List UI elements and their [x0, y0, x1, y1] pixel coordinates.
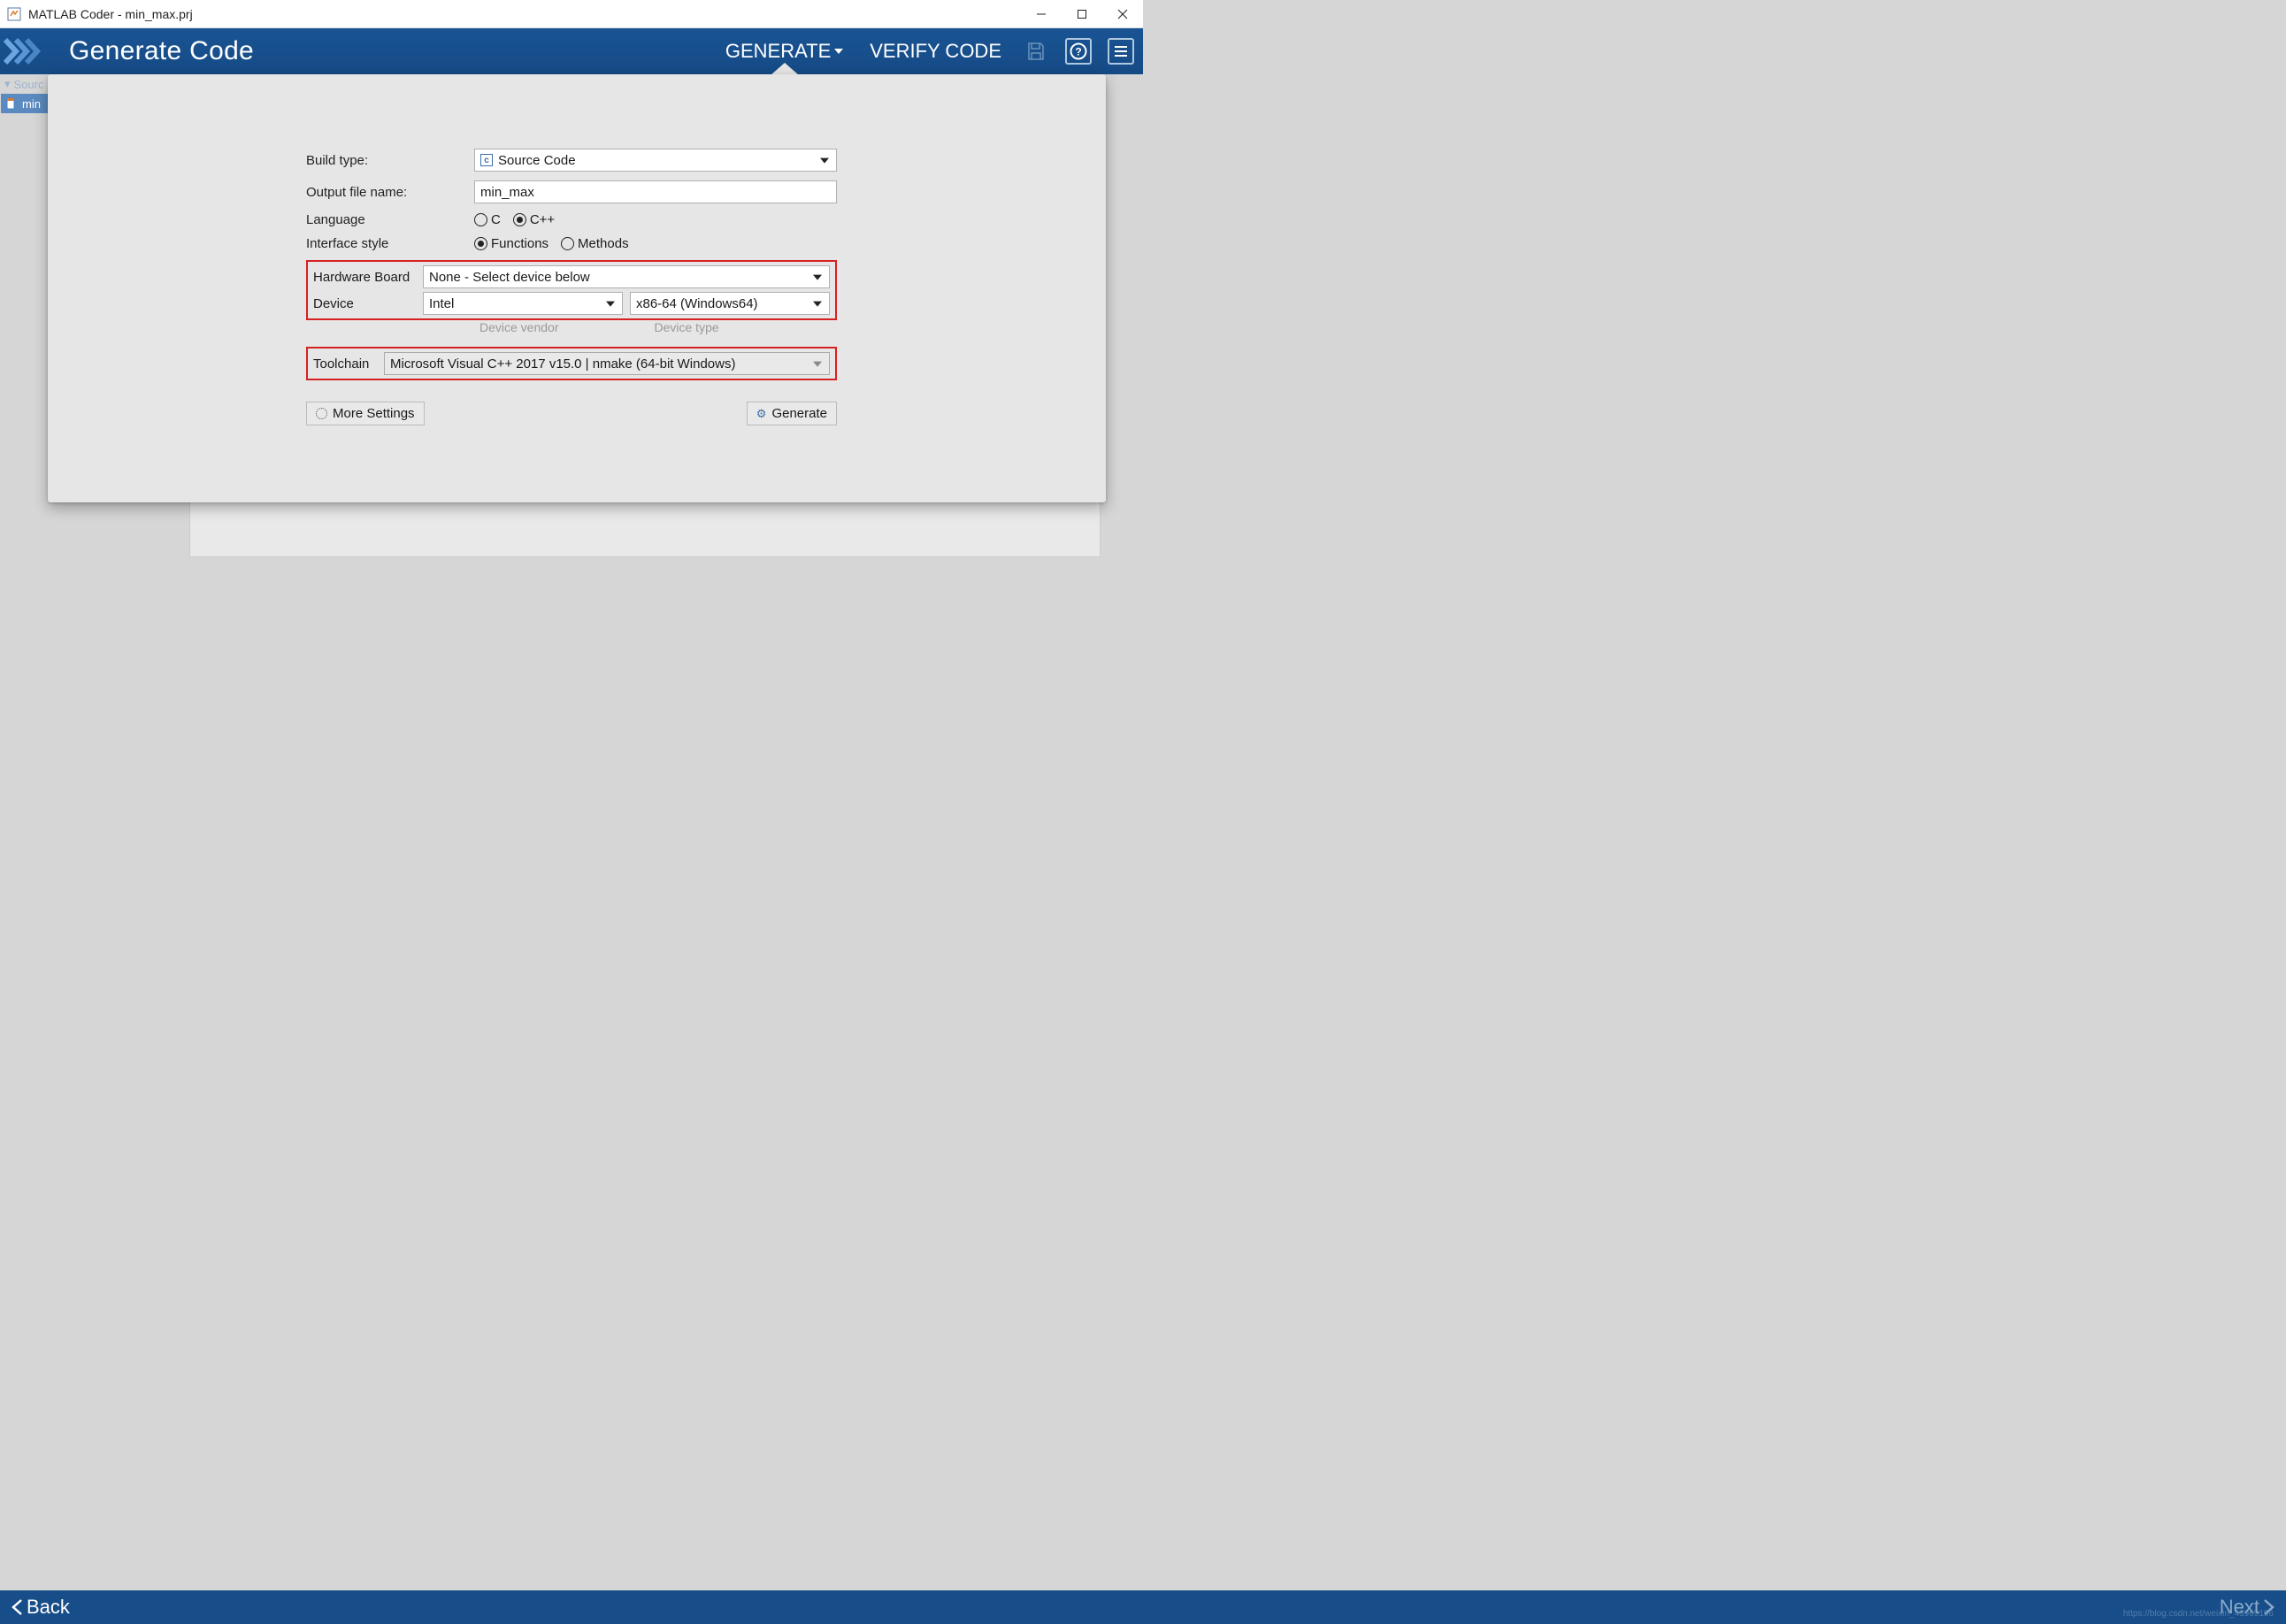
language-cpp-label: C++ [530, 212, 555, 227]
language-cpp-radio[interactable] [513, 213, 526, 226]
hardware-board-dropdown[interactable]: None - Select device below [423, 265, 830, 288]
device-vendor-hint: Device vendor [479, 320, 559, 334]
sidebar: ▾ Sourc min [1, 74, 49, 113]
file-icon [4, 96, 19, 111]
language-c-radio[interactable] [474, 213, 487, 226]
chevron-down-icon [834, 49, 843, 54]
toolchain-dropdown[interactable]: Microsoft Visual C++ 2017 v15.0 | nmake … [384, 352, 830, 375]
device-type-hint: Device type [655, 320, 719, 334]
toolchain-group: Toolchain Microsoft Visual C++ 2017 v15.… [306, 347, 837, 380]
interface-functions-radio[interactable] [474, 237, 487, 250]
generate-dropdown[interactable]: GENERATE [720, 28, 848, 74]
wizard-progress-icon[interactable] [0, 28, 48, 74]
gear-icon [316, 408, 327, 419]
sidebar-file-item[interactable]: min [1, 94, 49, 113]
help-icon[interactable]: ? [1065, 38, 1092, 65]
menu-icon[interactable] [1108, 38, 1134, 65]
titlebar: MATLAB Coder - min_max.prj [0, 0, 1143, 28]
sidebar-item-label: Sourc [14, 78, 44, 91]
interface-functions-label: Functions [491, 236, 548, 251]
chevron-down-icon [606, 302, 615, 307]
generate-icon: ⚙ [756, 407, 767, 421]
minimize-button[interactable] [1021, 0, 1062, 28]
hardware-board-label: Hardware Board [313, 270, 423, 285]
svg-text:?: ? [1075, 46, 1081, 58]
output-file-label: Output file name: [306, 185, 474, 200]
page-title: Generate Code [69, 36, 254, 66]
language-c-label: C [491, 212, 501, 227]
device-type-dropdown[interactable]: x86-64 (Windows64) [630, 292, 830, 315]
footer-bar: Back Next https://blog.csdn.net/weixin_4… [0, 1590, 2286, 1624]
build-type-label: Build type: [306, 153, 474, 168]
sidebar-tree-node[interactable]: ▾ Sourc [1, 74, 49, 94]
header-bar: Generate Code GENERATE VERIFY CODE ? [0, 28, 1143, 74]
output-file-input[interactable]: min_max [474, 180, 837, 203]
app-icon [7, 7, 21, 21]
close-button[interactable] [1102, 0, 1143, 28]
language-label: Language [306, 212, 474, 227]
chevron-down-icon [813, 362, 822, 367]
device-label: Device [313, 296, 423, 311]
hardware-device-group: Hardware Board None - Select device belo… [306, 260, 837, 320]
generate-options-panel: Build type: c Source Code Output file na… [48, 74, 1106, 502]
interface-methods-label: Methods [578, 236, 629, 251]
maximize-button[interactable] [1062, 0, 1102, 28]
device-vendor-dropdown[interactable]: Intel [423, 292, 623, 315]
generate-button[interactable]: ⚙ Generate [747, 402, 837, 425]
save-icon[interactable] [1023, 38, 1049, 65]
chevron-down-icon [813, 302, 822, 307]
more-settings-button[interactable]: More Settings [306, 402, 425, 425]
build-type-dropdown[interactable]: c Source Code [474, 149, 837, 172]
interface-methods-radio[interactable] [561, 237, 574, 250]
watermark-text: https://blog.csdn.net/weixin_43969196 [2123, 1609, 2274, 1619]
source-code-icon: c [480, 154, 493, 166]
sidebar-item-label: min [22, 97, 41, 111]
chevron-down-icon [820, 158, 829, 164]
window-title: MATLAB Coder - min_max.prj [28, 7, 193, 21]
back-button[interactable]: Back [0, 1596, 81, 1619]
chevron-down-icon: ▾ [4, 77, 11, 91]
chevron-down-icon [813, 275, 822, 280]
verify-code-button[interactable]: VERIFY CODE [864, 28, 1007, 74]
toolchain-label: Toolchain [313, 356, 384, 372]
interface-style-label: Interface style [306, 236, 474, 251]
